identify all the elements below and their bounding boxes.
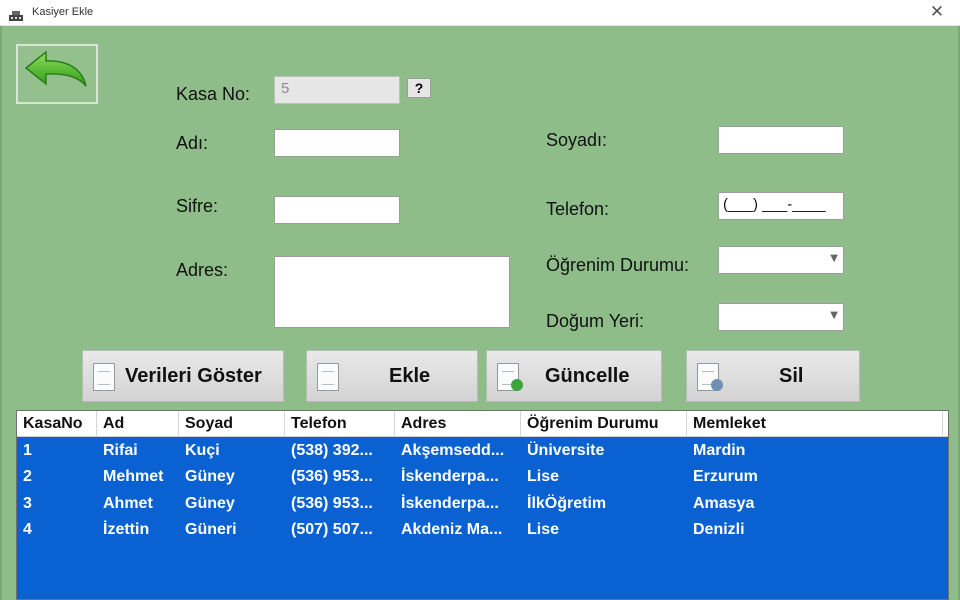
table-row[interactable]: 2 Mehmet Güney (536) 953... İskenderpa..… — [17, 464, 948, 490]
verileri-goster-label: Verileri Göster — [125, 365, 262, 387]
cell-ad: İzettin — [103, 521, 150, 538]
column-header-memleket[interactable]: Memleket — [687, 411, 943, 437]
kasa-no-field: 5 — [274, 76, 400, 104]
cell-kasano: 1 — [23, 442, 32, 459]
cell-ogrenim-durumu: Lise — [527, 468, 560, 485]
cell-memleket: Erzurum — [693, 468, 758, 485]
back-arrow-icon — [24, 50, 87, 87]
cell-adres: İskenderpa... — [401, 468, 499, 485]
back-button[interactable] — [16, 44, 98, 104]
cell-kasano: 2 — [23, 468, 32, 485]
window-title: Kasiyer Ekle — [32, 6, 94, 18]
column-header-telefon[interactable]: Telefon — [285, 411, 395, 437]
data-grid[interactable]: KasaNo Ad Soyad Telefon Adres Öğrenim Du… — [16, 410, 949, 600]
document-icon — [317, 363, 339, 391]
cell-memleket: Denizli — [693, 521, 745, 538]
cell-ogrenim-durumu: İlkÖğretim — [527, 495, 607, 512]
column-header-soyad[interactable]: Soyad — [179, 411, 285, 437]
chevron-down-icon: ▼ — [830, 253, 838, 264]
cell-ad: Rifai — [103, 442, 138, 459]
cell-kasano: 4 — [23, 521, 32, 538]
cell-soyad: Güneri — [185, 521, 237, 538]
cell-adres: İskenderpa... — [401, 495, 499, 512]
telefon-label: Telefon: — [546, 199, 610, 219]
cell-telefon: (507) 507... — [291, 521, 373, 538]
title-bar: Kasiyer Ekle ✕ — [0, 0, 960, 26]
adi-input[interactable] — [274, 129, 400, 157]
adres-label: Adres: — [176, 260, 229, 280]
verileri-goster-button[interactable]: Verileri Göster — [82, 350, 284, 402]
table-row[interactable]: 1 Rifai Kuçi (538) 392... Akşemsedd... Ü… — [17, 438, 948, 464]
cell-kasano: 3 — [23, 495, 32, 512]
adi-label: Adı: — [176, 133, 209, 153]
kasa-no-label: Kasa No: — [176, 84, 251, 104]
sil-button[interactable]: Sil — [686, 350, 860, 402]
ogrenim-durumu-label: Öğrenim Durumu: — [546, 255, 690, 275]
cash-register-icon — [8, 7, 24, 21]
cell-ad: Ahmet — [103, 495, 153, 512]
ogrenim-durumu-select[interactable]: ▼ — [718, 246, 844, 274]
cell-ad: Mehmet — [103, 468, 164, 485]
chevron-down-icon: ▼ — [830, 310, 838, 321]
close-icon[interactable]: ✕ — [914, 0, 960, 26]
column-header-ad[interactable]: Ad — [97, 411, 179, 437]
telefon-input[interactable]: (___) ___-____ — [718, 192, 844, 220]
cell-ogrenim-durumu: Üniversite — [527, 442, 605, 459]
adres-textarea[interactable] — [274, 256, 510, 328]
cell-memleket: Mardin — [693, 442, 746, 459]
column-header-adres[interactable]: Adres — [395, 411, 521, 437]
delete-badge-icon — [711, 379, 723, 391]
sifre-input[interactable] — [274, 196, 400, 224]
ekle-button[interactable]: Ekle — [306, 350, 478, 402]
cell-adres: Akdeniz Ma... — [401, 521, 503, 538]
help-button[interactable]: ? — [407, 78, 431, 98]
column-header-kasano[interactable]: KasaNo — [17, 411, 97, 437]
cell-soyad: Güney — [185, 468, 235, 485]
ekle-label: Ekle — [389, 365, 431, 387]
cell-adres: Akşemsedd... — [401, 442, 505, 459]
soyadi-input[interactable] — [718, 126, 844, 154]
cell-soyad: Güney — [185, 495, 235, 512]
cell-telefon: (538) 392... — [291, 442, 373, 459]
column-header-ogrenim-durumu[interactable]: Öğrenim Durumu — [521, 411, 687, 437]
grid-header: KasaNo Ad Soyad Telefon Adres Öğrenim Du… — [17, 411, 948, 437]
cell-memleket: Amasya — [693, 495, 755, 512]
table-row[interactable]: 3 Ahmet Güney (536) 953... İskenderpa...… — [17, 491, 948, 517]
dogum-yeri-select[interactable]: ▼ — [718, 303, 844, 331]
dogum-yeri-label: Doğum Yeri: — [546, 311, 645, 331]
guncelle-label: Güncelle — [545, 365, 630, 387]
refresh-badge-icon — [511, 379, 523, 391]
document-icon — [93, 363, 115, 391]
cell-telefon: (536) 953... — [291, 495, 373, 512]
cell-soyad: Kuçi — [185, 442, 220, 459]
guncelle-button[interactable]: Güncelle — [486, 350, 662, 402]
cell-ogrenim-durumu: Lise — [527, 521, 560, 538]
sifre-label: Sifre: — [176, 196, 219, 216]
cell-telefon: (536) 953... — [291, 468, 373, 485]
soyadi-label: Soyadı: — [546, 130, 608, 150]
sil-label: Sil — [779, 365, 804, 387]
table-row[interactable]: 4 İzettin Güneri (507) 507... Akdeniz Ma… — [17, 517, 948, 543]
form-client-area: Kasa No: 5 ? Adı: Soyadı: Sifre: Telefon… — [0, 26, 960, 600]
